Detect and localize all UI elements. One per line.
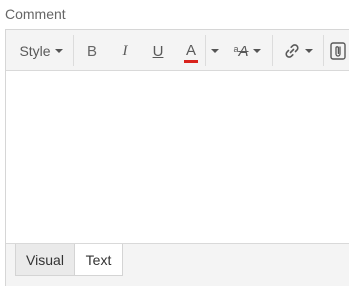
editor-mode-tabs: Visual Text xyxy=(6,243,349,286)
attach-icon xyxy=(330,42,346,60)
style-dropdown-label: Style xyxy=(19,43,51,59)
tab-text-label: Text xyxy=(85,251,112,268)
bold-button[interactable]: B xyxy=(82,39,102,63)
link-button[interactable] xyxy=(280,39,316,63)
rich-text-editor: Style B I U A a A Visual Text xyxy=(5,29,349,286)
chevron-down-icon xyxy=(54,49,63,53)
tab-visual-label: Visual xyxy=(26,251,64,268)
italic-button[interactable]: I xyxy=(115,39,135,63)
editor-toolbar: Style B I U A a A xyxy=(6,30,349,71)
toolbar-divider xyxy=(205,35,206,66)
text-color-dropdown[interactable] xyxy=(207,39,223,63)
text-color-glyph: A xyxy=(185,41,196,59)
tab-text[interactable]: Text xyxy=(75,244,123,276)
link-icon xyxy=(283,42,301,60)
chevron-down-icon xyxy=(252,49,261,53)
chevron-down-icon xyxy=(305,49,313,53)
toolbar-divider xyxy=(272,35,273,66)
text-color-button[interactable]: A xyxy=(181,39,201,63)
font-size-large-glyph: A xyxy=(238,42,249,60)
toolbar-divider xyxy=(73,35,74,66)
style-dropdown[interactable]: Style xyxy=(17,39,65,63)
tab-visual[interactable]: Visual xyxy=(15,244,75,276)
underline-icon: U xyxy=(152,42,164,60)
editor-content-area[interactable] xyxy=(6,71,349,243)
bold-icon: B xyxy=(86,42,97,60)
comment-label: Comment xyxy=(5,6,66,22)
comment-field: Comment Style B I U A a A Visual Text xyxy=(0,0,349,293)
chevron-down-icon xyxy=(211,49,219,53)
font-size-button[interactable]: a A xyxy=(229,39,265,63)
italic-icon: I xyxy=(122,42,128,59)
attach-button[interactable] xyxy=(328,39,348,63)
underline-button[interactable]: U xyxy=(148,39,168,63)
toolbar-divider xyxy=(323,35,324,66)
text-color-icon: A xyxy=(183,41,198,63)
text-color-swatch xyxy=(183,59,198,63)
font-size-icon: a A xyxy=(233,43,248,60)
